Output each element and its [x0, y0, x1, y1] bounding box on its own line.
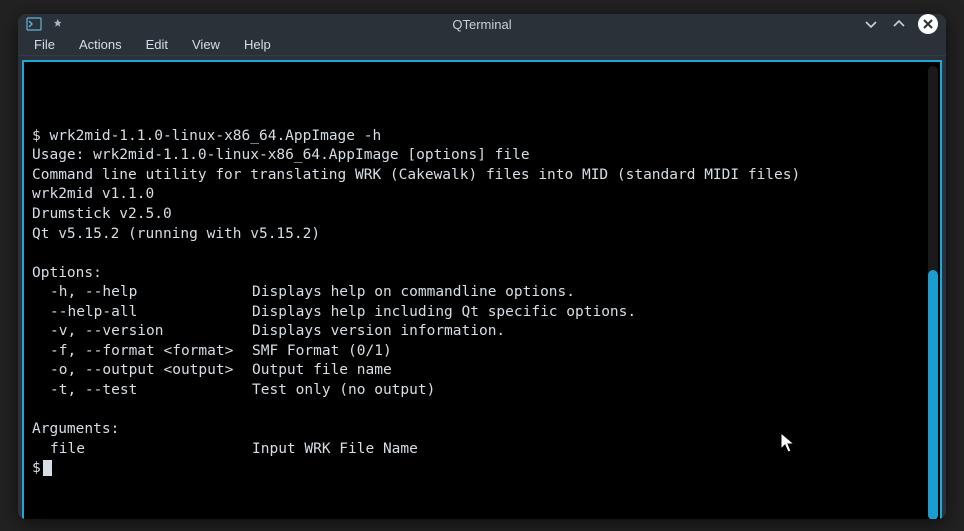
menubar: File Actions Edit View Help [18, 34, 946, 56]
option-line: -h, --helpDisplays help on commandline o… [32, 283, 932, 303]
option-flag: -v, --version [32, 322, 252, 342]
option-desc: SMF Format (0/1) [252, 342, 392, 362]
titlebar-left [26, 16, 106, 32]
option-line: -t, --testTest only (no output) [32, 381, 932, 401]
argument-name: file [32, 440, 252, 460]
prompt-symbol: $ [32, 460, 41, 476]
menu-edit[interactable]: Edit [136, 34, 178, 55]
option-desc: Displays version information. [252, 322, 505, 342]
menu-view[interactable]: View [182, 34, 230, 55]
option-flag: --help-all [32, 303, 252, 323]
option-line: -f, --format <format>SMF Format (0/1) [32, 342, 932, 362]
titlebar-right [858, 14, 938, 34]
version-qt: Qt v5.15.2 (running with v5.15.2) [32, 225, 932, 245]
option-line: -o, --output <output>Output file name [32, 361, 932, 381]
option-line: --help-allDisplays help including Qt spe… [32, 303, 932, 323]
minimize-button[interactable] [862, 15, 880, 33]
blank-line [32, 401, 932, 421]
option-flag: -t, --test [32, 381, 252, 401]
app-window: QTerminal File Actions Edit View Help $ … [18, 14, 946, 519]
option-flag: -h, --help [32, 283, 252, 303]
option-desc: Displays help including Qt specific opti… [252, 303, 636, 323]
option-desc: Displays help on commandline options. [252, 283, 575, 303]
text-cursor [43, 460, 52, 476]
prompt-line: $ [32, 459, 932, 479]
option-flag: -f, --format <format> [32, 342, 252, 362]
titlebar[interactable]: QTerminal [18, 14, 946, 34]
pin-icon[interactable] [50, 16, 66, 32]
terminal-app-icon [26, 16, 42, 32]
menu-file[interactable]: File [24, 34, 65, 55]
options-header: Options: [32, 264, 932, 284]
terminal-container: $ wrk2mid-1.1.0-linux-x86_64.AppImage -h… [18, 56, 946, 519]
arguments-header: Arguments: [32, 420, 932, 440]
scrollbar[interactable] [928, 66, 938, 519]
version-app: wrk2mid v1.1.0 [32, 185, 932, 205]
usage-line: Usage: wrk2mid-1.1.0-linux-x86_64.AppIma… [32, 146, 932, 166]
close-button[interactable] [918, 14, 938, 34]
window-title: QTerminal [106, 17, 858, 32]
description-line: Command line utility for translating WRK… [32, 166, 932, 186]
option-desc: Test only (no output) [252, 381, 435, 401]
scrollbar-thumb[interactable] [928, 270, 938, 519]
option-flag: -o, --output <output> [32, 361, 252, 381]
command-line: $ wrk2mid-1.1.0-linux-x86_64.AppImage -h [32, 127, 932, 147]
terminal[interactable]: $ wrk2mid-1.1.0-linux-x86_64.AppImage -h… [22, 60, 942, 519]
menu-actions[interactable]: Actions [69, 34, 132, 55]
maximize-button[interactable] [890, 15, 908, 33]
blank-line [32, 244, 932, 264]
option-desc: Output file name [252, 361, 392, 381]
menu-help[interactable]: Help [234, 34, 281, 55]
argument-line: fileInput WRK File Name [32, 440, 932, 460]
argument-desc: Input WRK File Name [252, 440, 418, 460]
version-drumstick: Drumstick v2.5.0 [32, 205, 932, 225]
option-line: -v, --versionDisplays version informatio… [32, 322, 932, 342]
